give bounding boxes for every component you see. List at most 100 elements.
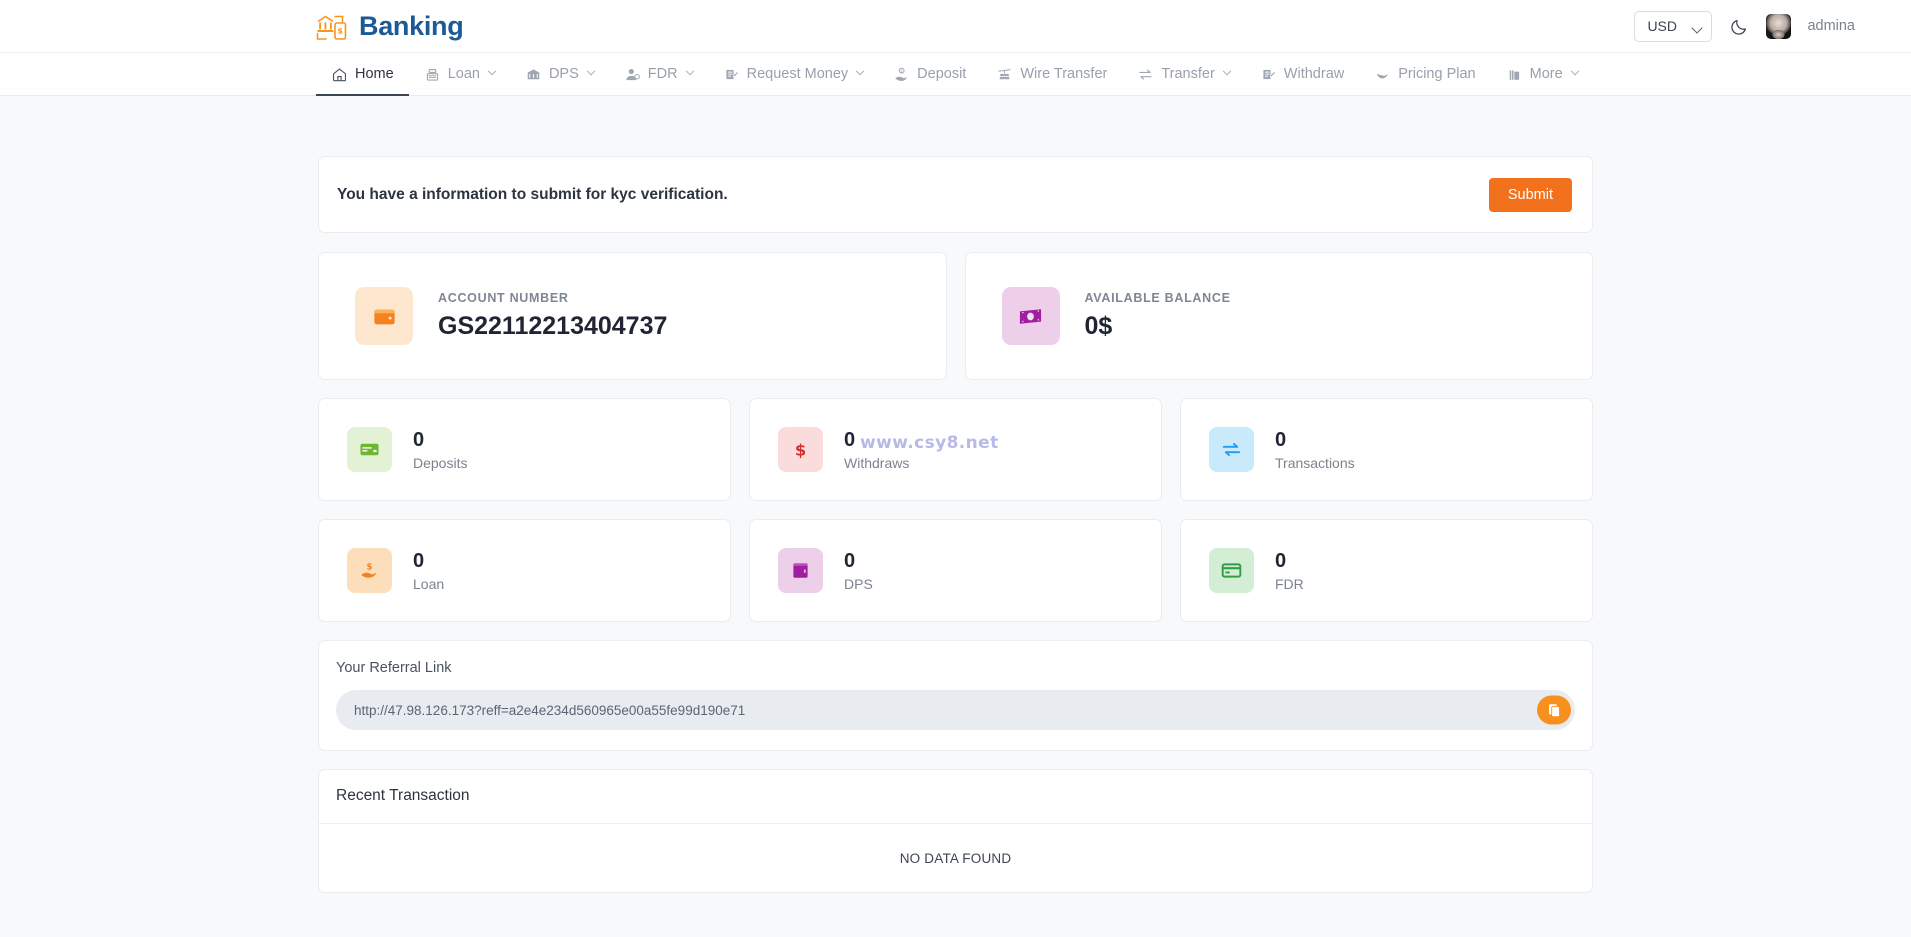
stat-value: 0 xyxy=(1275,550,1304,573)
chevron-down-icon xyxy=(1570,67,1578,75)
stat-card-dps[interactable]: 0 DPS xyxy=(749,519,1162,622)
stat-value: 0 xyxy=(413,550,444,573)
available-balance-text: AVAILABLE BALANCE 0$ xyxy=(1085,291,1231,341)
dollar-icon-tile: $ xyxy=(778,427,823,472)
nav-item-request-money[interactable]: Request Money xyxy=(708,53,879,95)
nav-label: More xyxy=(1530,66,1563,82)
briefcase-icon xyxy=(1506,66,1523,83)
recent-transaction-title: Recent Transaction xyxy=(319,770,1592,824)
nav-item-home[interactable]: Home xyxy=(316,53,409,95)
hand-coin-icon: $ xyxy=(893,66,910,83)
stat-label: Loan xyxy=(413,576,444,592)
copy-icon xyxy=(1548,703,1561,717)
nav-label: FDR xyxy=(648,66,678,82)
exchange-arrows-icon xyxy=(1220,438,1243,461)
wallet-icon-tile xyxy=(355,287,413,345)
card-icon xyxy=(358,438,381,461)
recent-transaction-empty: NO DATA FOUND xyxy=(319,824,1592,892)
available-balance-card: AVAILABLE BALANCE 0$ xyxy=(965,252,1594,380)
stat-label: Deposits xyxy=(413,455,467,471)
top-header: $ Banking USD admina xyxy=(0,0,1911,52)
referral-link-row[interactable]: http://47.98.126.173?reff=a2e4e234d56096… xyxy=(336,690,1575,730)
nav-label: Loan xyxy=(448,66,480,82)
account-summary-row: ACCOUNT NUMBER GS22112213404737 AVAILABL… xyxy=(318,252,1593,380)
banknote-icon-tile xyxy=(1002,287,1060,345)
cash-register-icon xyxy=(424,66,441,83)
chevron-down-icon xyxy=(685,67,693,75)
nav-item-transfer[interactable]: Transfer xyxy=(1122,53,1244,95)
nav-item-dps[interactable]: DPS xyxy=(510,53,609,95)
nav-item-loan[interactable]: Loan xyxy=(409,53,510,95)
avatar[interactable] xyxy=(1766,14,1791,39)
kyc-alert: You have a information to submit for kyc… xyxy=(318,156,1593,233)
nav-label: Deposit xyxy=(917,66,966,82)
wire-transfer-icon xyxy=(996,66,1013,83)
stat-card-withdraws[interactable]: $ 0 Withdraws www.csy8.net xyxy=(749,398,1162,501)
nav-item-more[interactable]: More xyxy=(1491,53,1593,95)
user-check-icon xyxy=(624,66,641,83)
nav-item-fdr[interactable]: FDR xyxy=(609,53,708,95)
moon-icon[interactable] xyxy=(1728,15,1750,37)
wallet-icon-tile xyxy=(778,548,823,593)
nav-item-wire-transfer[interactable]: Wire Transfer xyxy=(981,53,1122,95)
main-navigation: Home Loan DPS FDR xyxy=(0,52,1911,96)
nav-item-deposit[interactable]: $ Deposit xyxy=(878,53,981,95)
stat-text: 0 FDR xyxy=(1275,550,1304,592)
stats-row-1: 0 Deposits $ 0 Withdraws www.csy8.net xyxy=(318,398,1593,501)
stat-text: 0 Loan xyxy=(413,550,444,592)
exchange-arrows-icon xyxy=(1137,66,1154,83)
banknote-icon xyxy=(1017,303,1044,330)
nav-label: Wire Transfer xyxy=(1020,66,1107,82)
brand-name: Banking xyxy=(359,11,463,42)
content-container: You have a information to submit for kyc… xyxy=(318,156,1593,893)
svg-text:$: $ xyxy=(337,26,343,35)
nav-label: Home xyxy=(355,66,394,82)
currency-select-wrap: USD xyxy=(1634,11,1712,42)
stat-card-transactions[interactable]: 0 Transactions xyxy=(1180,398,1593,501)
stat-card-deposits[interactable]: 0 Deposits xyxy=(318,398,731,501)
stat-label: Withdraws xyxy=(844,455,909,471)
credit-card-icon xyxy=(1220,559,1243,582)
nav-label: Request Money xyxy=(747,66,849,82)
brand[interactable]: $ Banking xyxy=(316,11,463,42)
stat-card-fdr[interactable]: 0 FDR xyxy=(1180,519,1593,622)
nav-item-pricing-plan[interactable]: Pricing Plan xyxy=(1359,53,1490,95)
stat-text: 0 Transactions xyxy=(1275,429,1355,471)
submit-button[interactable]: Submit xyxy=(1489,178,1572,212)
bank-mobile-payment-icon: $ xyxy=(316,11,350,41)
stat-card-loan[interactable]: $ 0 Loan xyxy=(318,519,731,622)
chevron-down-icon xyxy=(1223,67,1231,75)
svg-text:$: $ xyxy=(795,441,806,460)
available-balance-label: AVAILABLE BALANCE xyxy=(1085,291,1231,305)
exchange-arrows-icon-tile xyxy=(1209,427,1254,472)
wallet-icon xyxy=(371,303,398,330)
kyc-message: You have a information to submit for kyc… xyxy=(337,186,728,204)
page-body: You have a information to submit for kyc… xyxy=(0,96,1911,937)
copy-button[interactable] xyxy=(1537,696,1571,725)
stats-row-2: $ 0 Loan 0 xyxy=(318,519,1593,622)
svg-text:$: $ xyxy=(900,68,903,74)
nav-label: DPS xyxy=(549,66,579,82)
bank-icon xyxy=(525,66,542,83)
stat-value: 0 xyxy=(1275,429,1355,452)
stat-label: FDR xyxy=(1275,576,1304,592)
username-label: admina xyxy=(1807,18,1855,34)
stat-value: 0 xyxy=(413,429,467,452)
chevron-down-icon xyxy=(856,67,864,75)
account-number-card: ACCOUNT NUMBER GS22112213404737 xyxy=(318,252,947,380)
card-icon-tile xyxy=(347,427,392,472)
stat-text: 0 Deposits xyxy=(413,429,467,471)
credit-card-icon-tile xyxy=(1209,548,1254,593)
stat-label: DPS xyxy=(844,576,873,592)
stat-text: 0 DPS xyxy=(844,550,873,592)
available-balance-value: 0$ xyxy=(1085,312,1231,341)
currency-select[interactable]: USD xyxy=(1634,11,1712,42)
nav-label: Pricing Plan xyxy=(1398,66,1475,82)
request-money-icon xyxy=(723,66,740,83)
account-number-value: GS22112213404737 xyxy=(438,312,667,341)
recent-transaction-card: Recent Transaction NO DATA FOUND xyxy=(318,769,1593,893)
dollar-icon: $ xyxy=(789,438,812,461)
wallet-icon xyxy=(789,559,812,582)
withdraw-icon xyxy=(1260,66,1277,83)
nav-item-withdraw[interactable]: Withdraw xyxy=(1245,53,1359,95)
